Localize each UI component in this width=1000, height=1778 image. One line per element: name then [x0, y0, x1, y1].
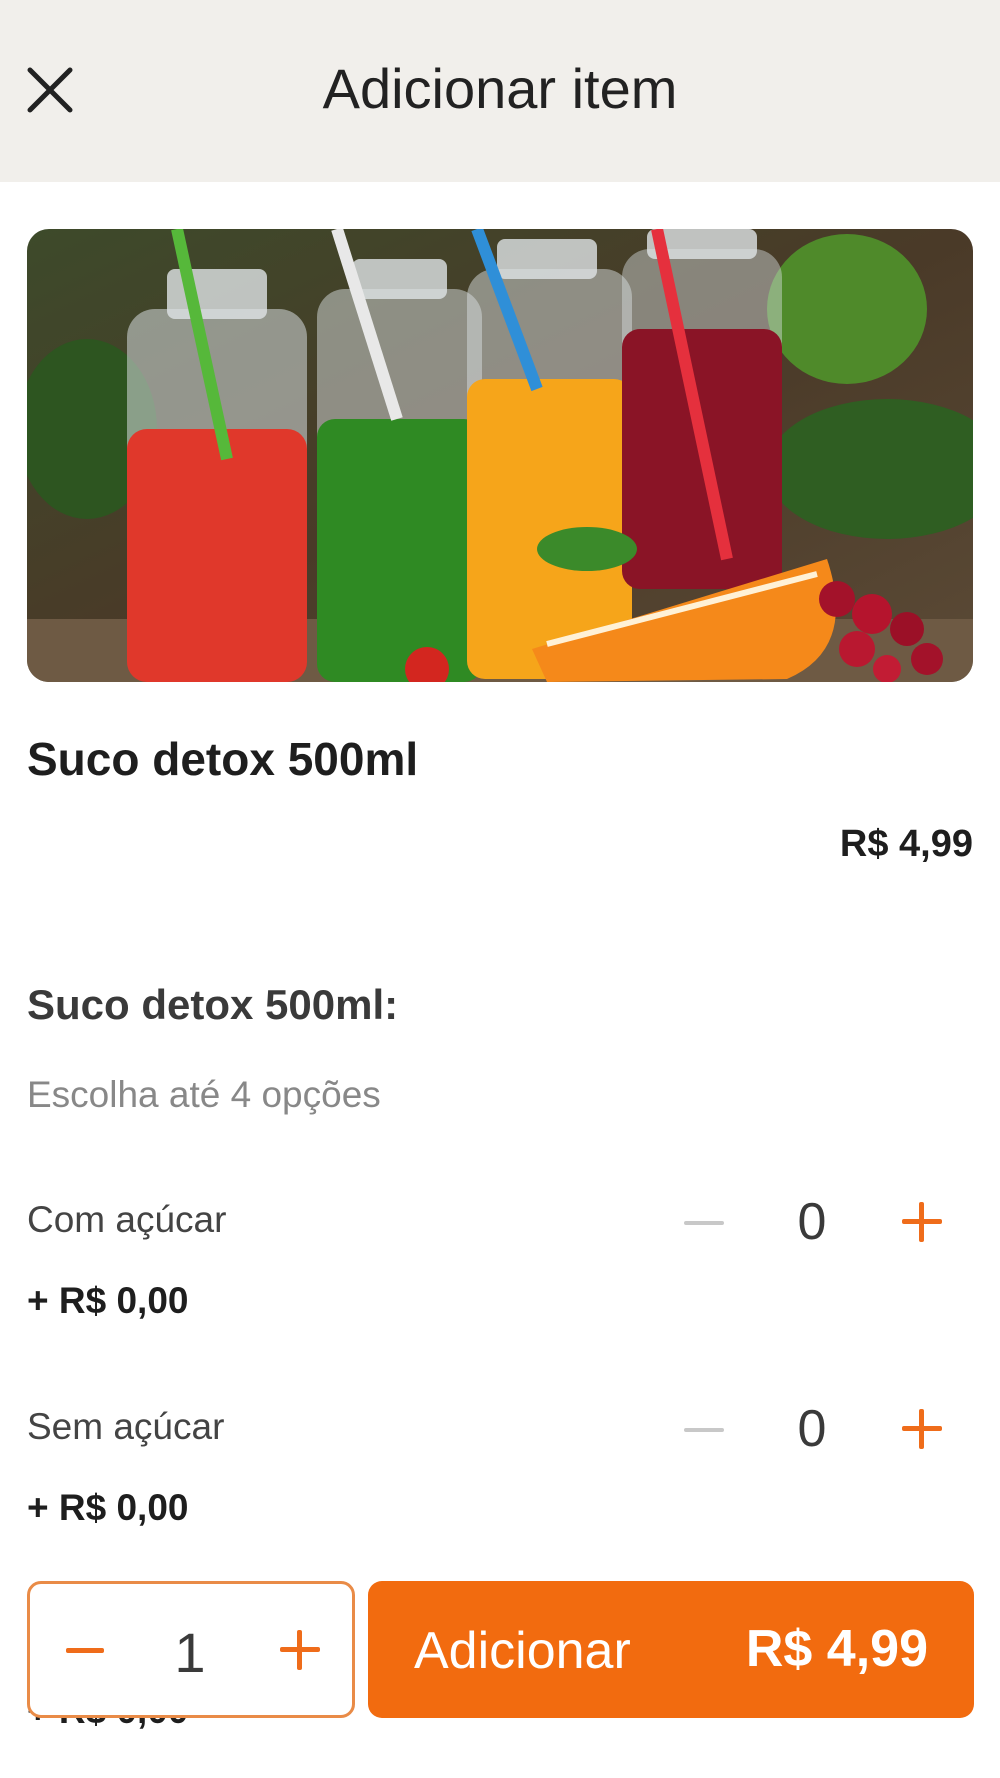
option-price: + R$ 0,00	[27, 1280, 189, 1321]
options-group-title: Suco detox 500ml:	[27, 981, 399, 1028]
add-button-label: Adicionar	[414, 1622, 631, 1680]
option-count: 0	[797, 1400, 827, 1458]
option-decrement-button[interactable]	[678, 1410, 730, 1450]
quantity-decrement-button[interactable]	[60, 1628, 110, 1674]
add-to-cart-button[interactable]: Adicionar R$ 4,99	[368, 1581, 974, 1718]
product-image	[27, 229, 973, 682]
options-group-hint: Escolha até 4 opções	[27, 1074, 381, 1115]
option-decrement-button[interactable]	[678, 1203, 730, 1243]
product-name: Suco detox 500ml	[27, 733, 419, 785]
quantity-increment-button[interactable]	[272, 1622, 328, 1678]
option-price: + R$ 0,00	[27, 1487, 189, 1528]
product-price: R$ 4,99	[839, 823, 973, 865]
option-count: 0	[797, 1193, 827, 1251]
option-increment-button[interactable]	[894, 1401, 950, 1457]
top-bar: Adicionar item	[0, 0, 1000, 182]
juice-bottles-photo	[27, 229, 973, 682]
option-name: Com açúcar	[27, 1199, 227, 1240]
add-button-total: R$ 4,99	[745, 1620, 928, 1678]
option-increment-button[interactable]	[894, 1194, 950, 1250]
page-title: Adicionar item	[322, 57, 678, 120]
quantity-value: 1	[174, 1621, 206, 1684]
quantity-stepper: 1	[27, 1581, 355, 1718]
option-name: Sem açúcar	[27, 1406, 225, 1447]
